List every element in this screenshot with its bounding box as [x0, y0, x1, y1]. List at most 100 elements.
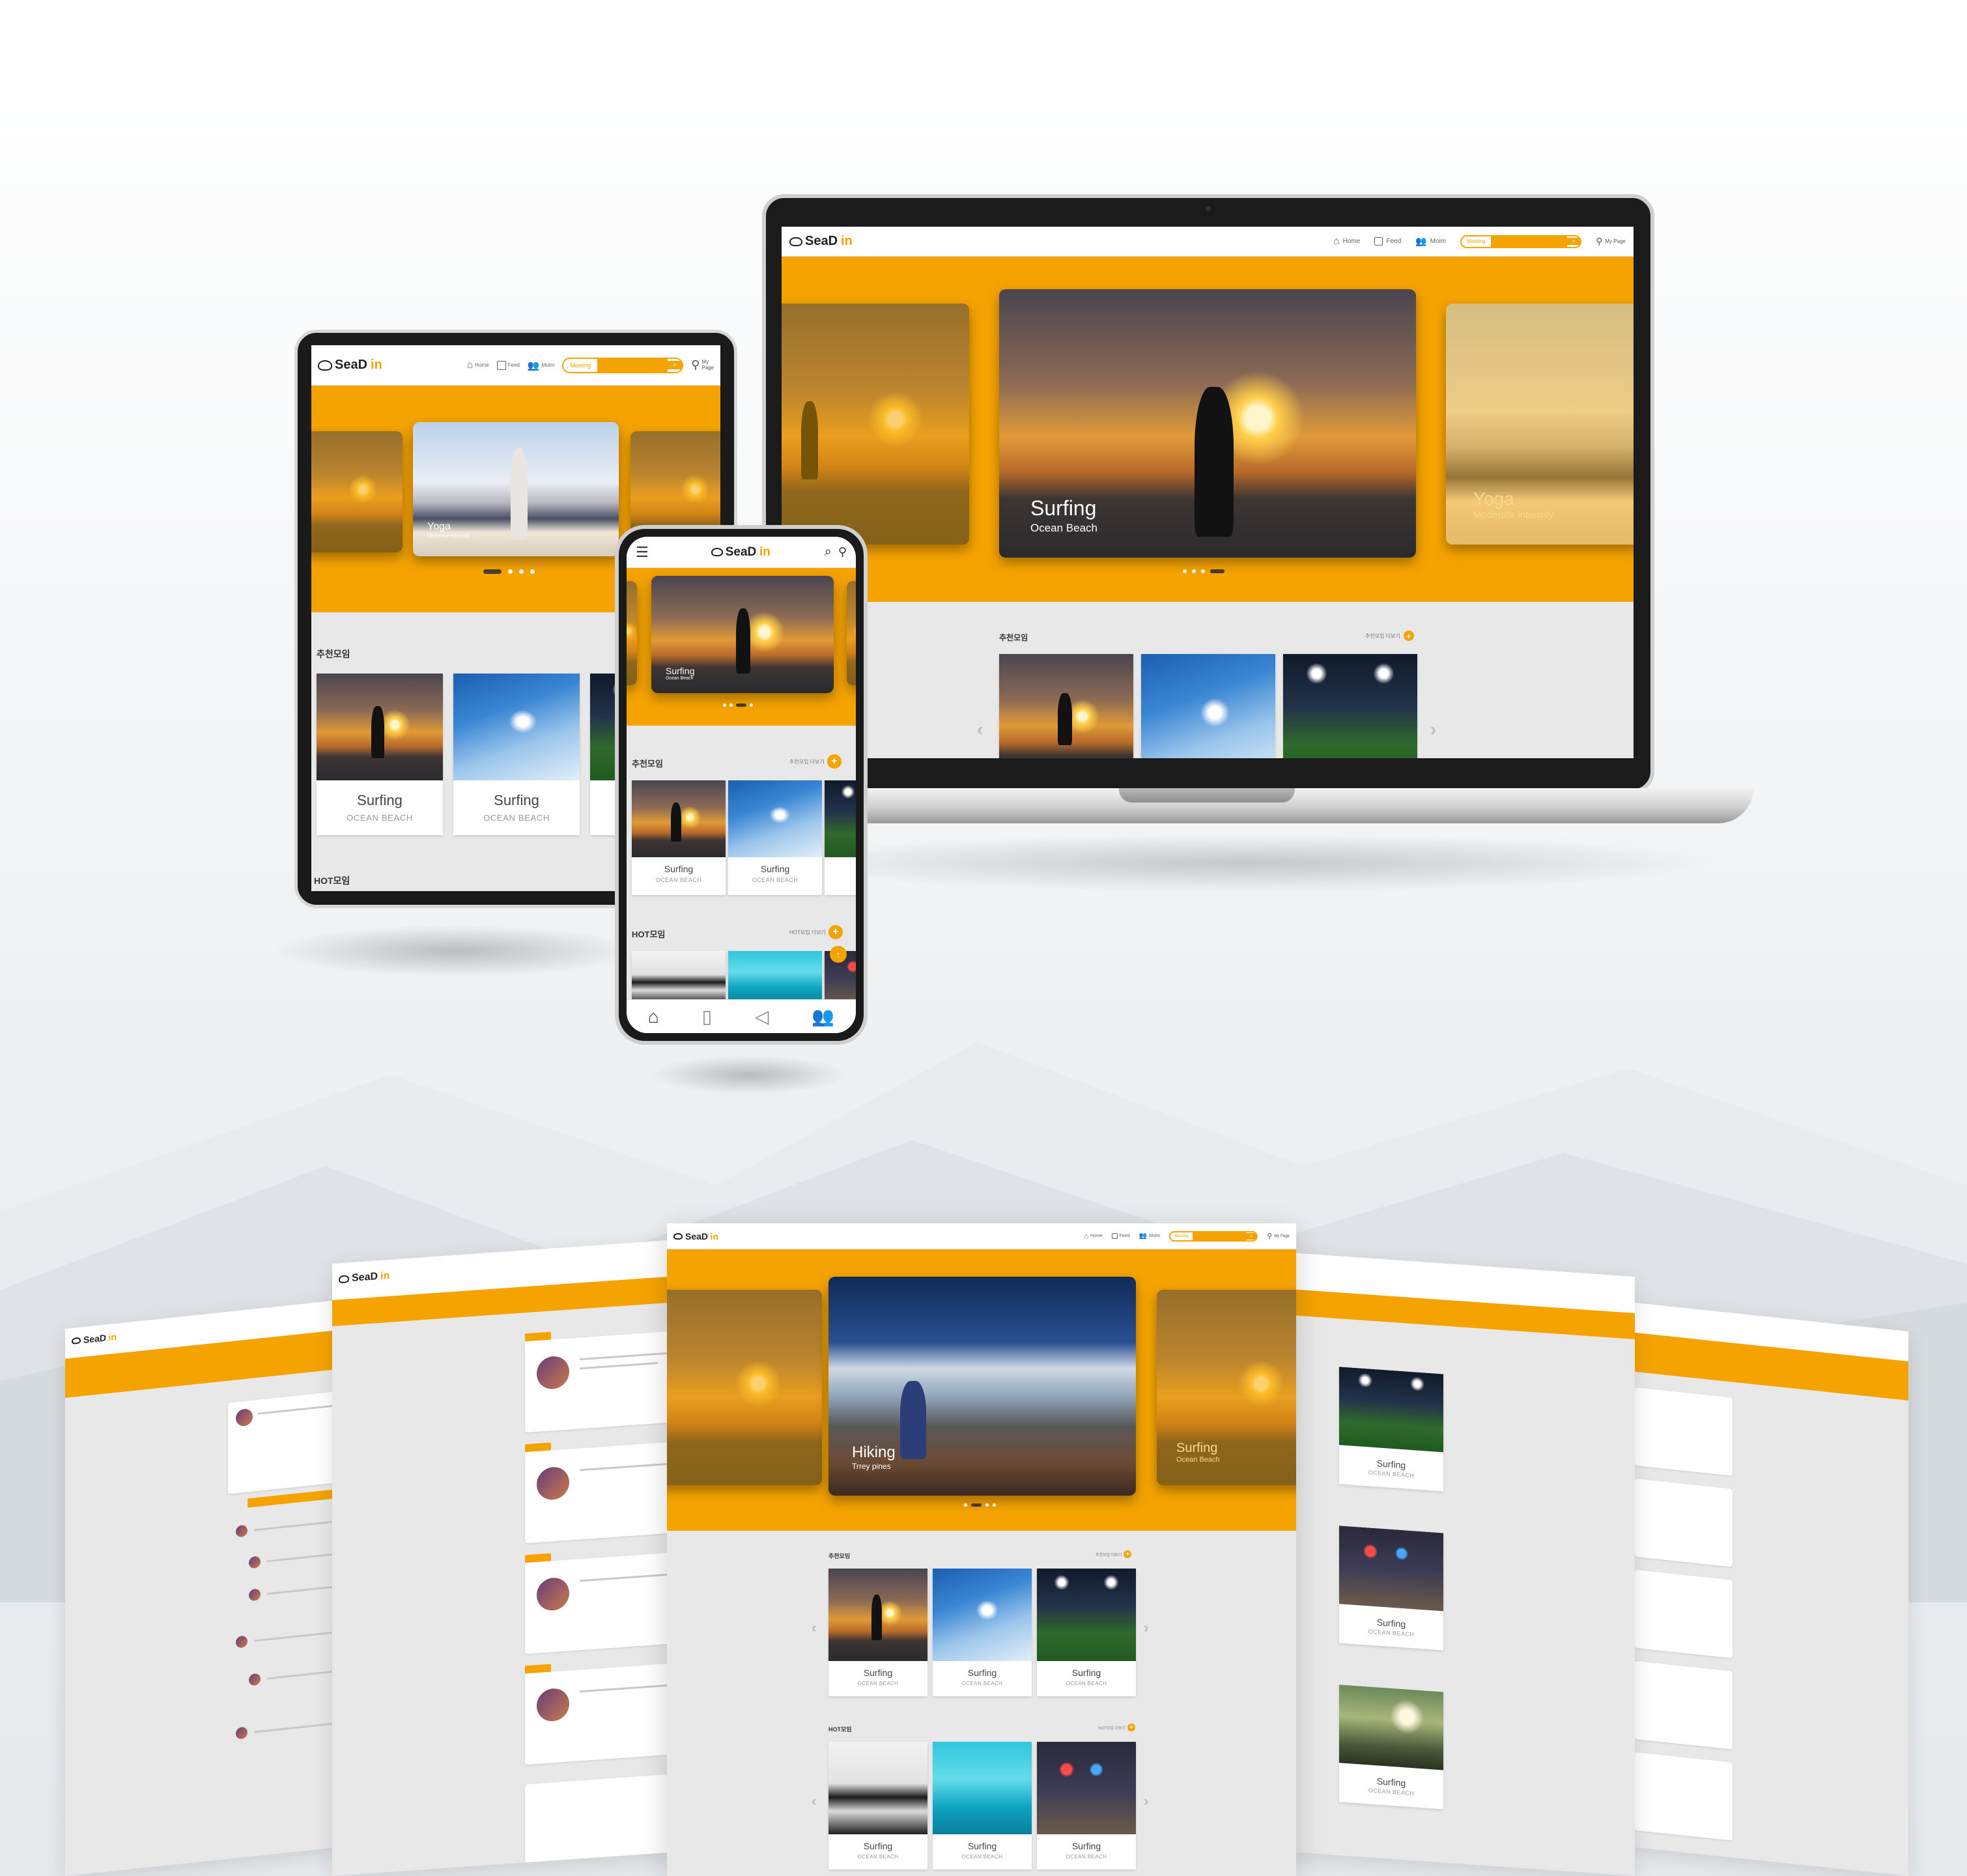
nav-mypage[interactable]: ⚲ My Page [691, 358, 714, 372]
recommend-tile[interactable]: Surfing OCEAN BEACH [1037, 1569, 1136, 1696]
recommend-more-link[interactable]: 추천모임 더보기 + [1365, 631, 1414, 641]
carousel-card-active[interactable]: Surfing Ocean Beach [999, 289, 1416, 558]
carousel-card-next[interactable] [847, 581, 856, 685]
carousel-dot[interactable] [729, 704, 733, 707]
next-arrow-icon[interactable]: › [1430, 719, 1436, 740]
carousel-card-prev[interactable] [311, 431, 403, 552]
search-icon[interactable]: ⌕ [1567, 238, 1581, 245]
logo[interactable]: SeaD in [673, 1231, 718, 1242]
recommend-tile[interactable] [825, 780, 856, 895]
carousel-dot[interactable] [530, 569, 535, 574]
nav-moim[interactable]: 👥 Moim [1415, 236, 1446, 247]
recommend-tile[interactable]: Surfing OCEAN BEACH [632, 780, 726, 895]
nav-feed[interactable]: Feed [1111, 1233, 1130, 1239]
recommend-tile[interactable]: Surfing OCEAN BEACH [728, 780, 822, 895]
carousel-dot[interactable] [1183, 569, 1187, 573]
search-input[interactable]: Meeting [1462, 238, 1491, 244]
carousel-card-active[interactable]: Surfing Ocean Beach [651, 576, 834, 693]
next-arrow-icon[interactable]: › [1144, 1619, 1148, 1636]
hot-more-link[interactable]: HOT모임 더보기 + [789, 925, 843, 939]
hot-tile[interactable] [632, 951, 726, 1003]
surfer-silhouette [1195, 387, 1234, 537]
search-input[interactable]: Meeting [1170, 1234, 1193, 1238]
carousel-dot[interactable] [750, 704, 753, 707]
carousel-card-active[interactable]: Yoga Moderate Intensity [413, 422, 619, 556]
scroll-top-button[interactable]: ↑ [830, 946, 847, 963]
nav-home[interactable]: ⌂ Home [467, 360, 489, 371]
recommend-tile[interactable]: Surfing OCEAN BEACH [317, 674, 443, 835]
user-icon[interactable]: ⚲ [838, 545, 847, 559]
carousel-card-next[interactable]: Surfing Ocean Beach [1157, 1290, 1296, 1485]
logo[interactable]: SeaD in [711, 545, 771, 560]
nav-mypage[interactable]: ⚲ My Page [1267, 1232, 1290, 1240]
phone-screen: ☰ SeaD in ⌕ ⚲ Surfing Ocean Beach 추천모임 추천… [627, 537, 856, 1033]
group-icon: 👥 [527, 360, 540, 371]
carousel-dot-active[interactable] [483, 569, 502, 574]
hot-tile[interactable] [728, 951, 822, 1003]
logo[interactable]: SeaD in [339, 1270, 389, 1285]
carousel-card-next[interactable]: Yoga Moderate Intensity [1446, 304, 1634, 545]
carousel-dot[interactable] [964, 1503, 967, 1507]
moim-tile[interactable]: Surfing OCEAN BEACH [1339, 1367, 1443, 1492]
carousel-dot[interactable] [1192, 569, 1196, 573]
search-bar[interactable]: Meeting ⌕ [1460, 234, 1582, 248]
nav-mypage[interactable]: ⚲ My Page [1596, 236, 1626, 247]
recommend-more-link[interactable]: 추천모임 더보기 + [1096, 1550, 1132, 1558]
search-bar[interactable]: Meeting ⌕ [1169, 1230, 1258, 1242]
logo[interactable]: SeaD in [789, 234, 853, 249]
logo[interactable]: SeaD in [72, 1331, 117, 1346]
carousel-dot[interactable] [985, 1503, 989, 1507]
nav-feed[interactable]: Feed [1374, 237, 1401, 246]
hamburger-icon[interactable]: ☰ [636, 544, 649, 561]
search-icon[interactable]: ⌕ [1246, 1232, 1257, 1240]
book-icon[interactable]: ▯ [702, 1006, 712, 1027]
recommend-tile[interactable]: Surfing OCEAN BEACH [933, 1569, 1032, 1696]
nav-home[interactable]: ⌂ Home [1333, 236, 1360, 248]
carousel-dot[interactable] [723, 704, 726, 707]
home-icon[interactable]: ⌂ [648, 1006, 659, 1027]
recommend-tile[interactable] [1141, 654, 1275, 758]
recommend-tile[interactable] [1283, 654, 1417, 758]
carousel-dot[interactable] [508, 569, 513, 574]
recommend-tile[interactable] [999, 654, 1133, 758]
next-arrow-icon[interactable]: › [1144, 1793, 1148, 1810]
hot-tile[interactable]: Surfing OCEAN BEACH [933, 1742, 1032, 1869]
recommend-more-link[interactable]: 추천모임 더보기 + [789, 754, 842, 769]
moim-tile[interactable]: Surfing OCEAN BEACH [1339, 1526, 1443, 1651]
carousel-card-active[interactable]: Hiking Trrey pines [828, 1277, 1136, 1496]
feed-card[interactable] [525, 1773, 671, 1876]
search-input[interactable]: Meeting [563, 362, 598, 369]
nav-moim[interactable]: 👥 Moim [528, 360, 554, 371]
carousel-card-prev[interactable] [667, 1290, 822, 1485]
hot-tile[interactable]: Surfing OCEAN BEACH [828, 1742, 927, 1869]
prev-arrow-icon[interactable]: ‹ [812, 1619, 816, 1636]
hot-tile[interactable]: Surfing OCEAN BEACH [1037, 1742, 1136, 1869]
hot-more-link[interactable]: HOT모임 더보기 + [1098, 1724, 1135, 1731]
carousel-card-prev[interactable] [782, 304, 969, 545]
carousel-dot-active[interactable] [1210, 569, 1224, 573]
carousel-card-prev[interactable] [627, 581, 637, 685]
carousel-dot-active[interactable] [736, 704, 746, 707]
moim-tile[interactable]: Surfing OCEAN BEACH [1339, 1684, 1443, 1810]
nav-moim[interactable]: 👥 Moim [1139, 1232, 1161, 1240]
hero-carousel: Hiking Trrey pines Surfing Ocean Beach [667, 1249, 1296, 1531]
prev-arrow-icon[interactable]: ‹ [812, 1793, 816, 1810]
search-icon[interactable]: ⌕ [825, 545, 832, 560]
home-icon: ⌂ [1084, 1232, 1089, 1240]
carousel-dot[interactable] [1201, 569, 1205, 573]
carousel-dot-active[interactable] [971, 1503, 982, 1507]
nav-links: ⌂ Home Feed 👥 Moim Meeting ⌕ ⚲ My Page [467, 357, 714, 373]
search-icon[interactable]: ⌕ [668, 361, 683, 369]
logo[interactable]: SeaD in [318, 358, 382, 373]
recommend-tile[interactable]: Surfing OCEAN BEACH [828, 1569, 927, 1696]
carousel-dot[interactable] [993, 1503, 996, 1507]
group-icon[interactable]: 👥 [812, 1006, 834, 1027]
logo-cloud-icon [789, 236, 802, 246]
nav-home[interactable]: ⌂ Home [1084, 1232, 1102, 1240]
megaphone-icon[interactable]: ◁ [755, 1006, 769, 1027]
carousel-dot[interactable] [519, 569, 524, 574]
nav-feed[interactable]: Feed [496, 360, 520, 370]
recommend-tile[interactable]: Surfing OCEAN BEACH [453, 674, 580, 835]
prev-arrow-icon[interactable]: ‹ [977, 719, 983, 740]
search-bar[interactable]: Meeting ⌕ [562, 357, 684, 373]
